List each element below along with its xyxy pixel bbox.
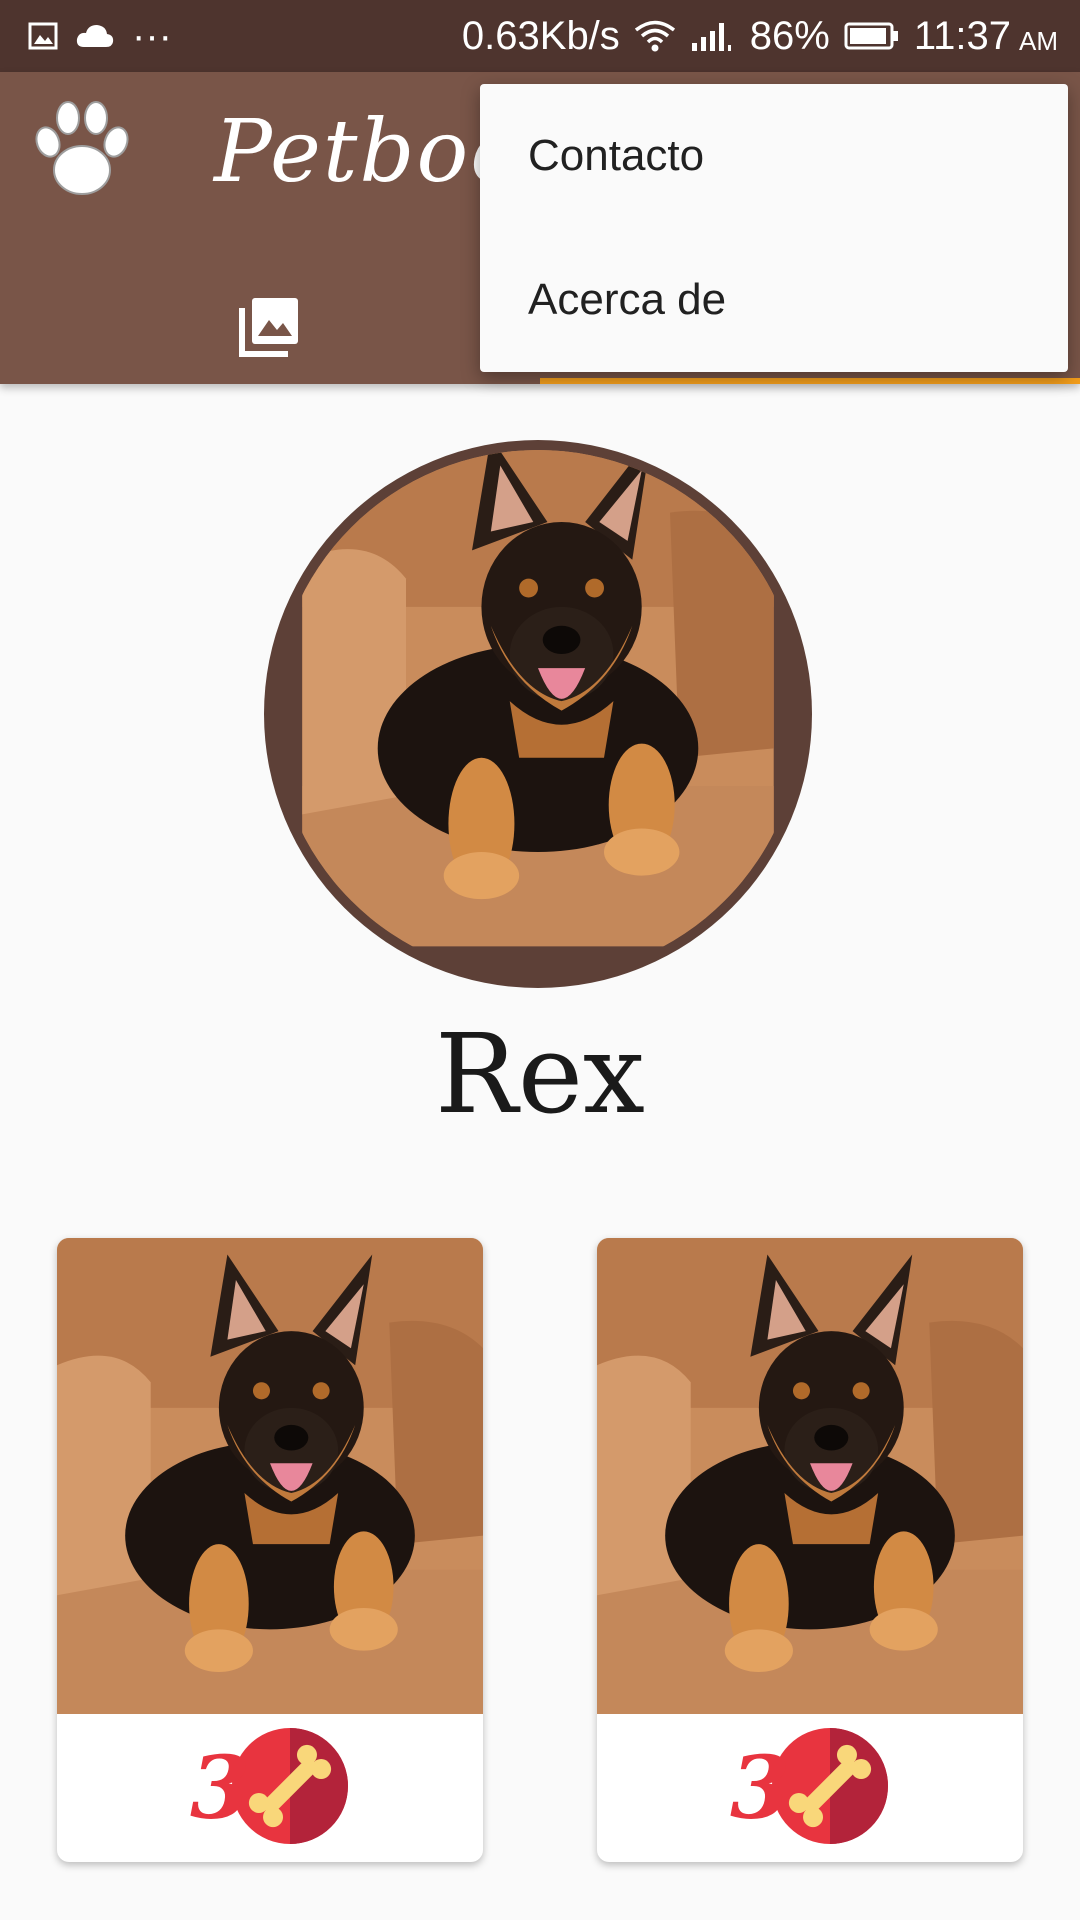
tab-gallery[interactable] — [0, 272, 540, 384]
card-footer: 3 — [597, 1714, 1023, 1862]
paw-icon — [28, 96, 136, 204]
image-icon — [28, 21, 58, 51]
photo-library-icon — [238, 294, 302, 362]
cloud-icon — [76, 23, 114, 49]
pet-photo-card[interactable]: 3 — [597, 1238, 1023, 1862]
profile-avatar — [274, 450, 802, 978]
overflow-menu: Contacto Acerca de — [480, 84, 1068, 372]
profile-avatar-frame — [264, 440, 812, 988]
battery-icon — [844, 21, 900, 51]
menu-item-acerca-de[interactable]: Acerca de — [480, 228, 1068, 372]
card-footer: 3 — [57, 1714, 483, 1862]
signal-icon — [690, 19, 736, 53]
status-overflow-dots: ··· — [132, 13, 172, 58]
menu-item-contacto[interactable]: Contacto — [480, 84, 1068, 228]
clock-ampm: AM — [1019, 25, 1058, 56]
battery-percent: 86% — [749, 13, 830, 58]
pet-photo — [597, 1238, 1023, 1714]
clock-time: 11:37 — [913, 13, 1011, 58]
status-bar: ··· 0.63Kb/s 86% 11:37 AM — [0, 0, 1080, 72]
rating-count: 3 — [190, 1737, 250, 1839]
pet-photo — [57, 1238, 483, 1714]
wifi-icon — [634, 19, 676, 53]
rating-count: 3 — [730, 1737, 790, 1839]
network-speed: 0.63Kb/s — [461, 13, 620, 58]
tab-indicator — [540, 378, 1080, 384]
pet-photo-card[interactable]: 3 — [57, 1238, 483, 1862]
pet-name: Rex — [435, 1010, 645, 1138]
